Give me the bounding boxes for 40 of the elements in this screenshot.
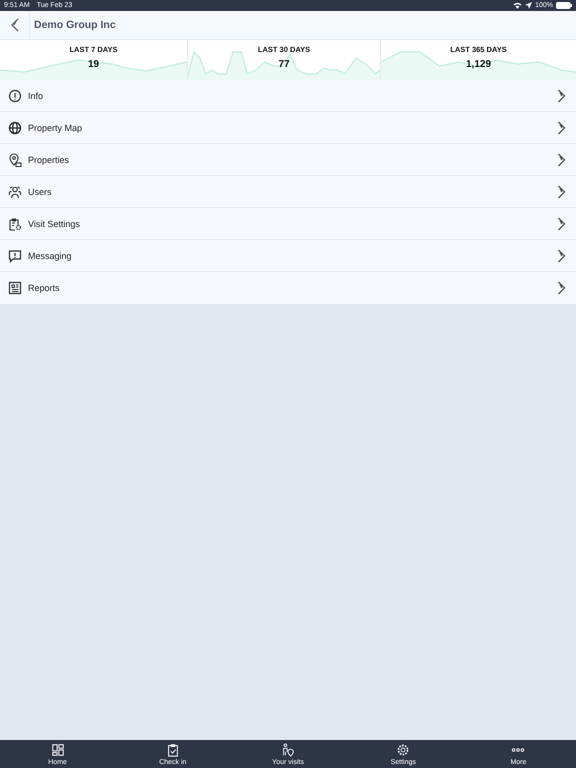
stat-value: 77 xyxy=(278,59,290,70)
menu-item[interactable]: Visit Settings xyxy=(0,208,576,240)
menu-label: Properties xyxy=(28,154,70,164)
page-title: Demo Group Inc xyxy=(34,19,116,31)
location-arrow-icon xyxy=(525,2,532,9)
chevron-right-icon xyxy=(557,248,566,262)
menu-label: Reports xyxy=(28,283,60,293)
wifi-icon xyxy=(513,2,522,9)
grid-icon xyxy=(50,743,65,757)
chevron-right-icon xyxy=(557,184,566,198)
info-icon xyxy=(8,88,22,102)
menu-label: Visit Settings xyxy=(28,218,80,228)
stat-value: 19 xyxy=(88,59,100,70)
location-pin-icon xyxy=(8,152,22,166)
menu-label: Users xyxy=(28,186,52,196)
menu-item[interactable]: Reports xyxy=(0,272,576,304)
chevron-right-icon xyxy=(557,216,566,230)
menu-label: Info xyxy=(28,90,44,100)
menu-item[interactable]: Properties xyxy=(0,144,576,176)
clipboard-check-icon xyxy=(166,743,180,757)
menu-item[interactable]: Info xyxy=(0,80,576,112)
chevron-left-icon xyxy=(10,18,20,32)
chevron-right-icon xyxy=(557,88,566,102)
battery-icon xyxy=(556,2,572,9)
clipboard-gear-icon xyxy=(8,216,22,230)
chevron-right-icon xyxy=(557,120,566,134)
menu-item[interactable]: Property Map xyxy=(0,112,576,144)
report-icon xyxy=(8,281,22,295)
settings-icon xyxy=(396,743,410,757)
stat-value: 1,129 xyxy=(466,59,492,70)
globe-icon xyxy=(8,120,22,134)
menu-label: Property Map xyxy=(28,122,82,132)
chevron-right-icon xyxy=(557,152,566,166)
person-pin-icon xyxy=(281,743,295,757)
message-alert-icon xyxy=(8,248,22,262)
users-icon xyxy=(8,184,22,198)
chevron-right-icon xyxy=(557,281,566,295)
menu-label: Messaging xyxy=(28,250,72,260)
menu-item[interactable]: Messaging xyxy=(0,240,576,272)
menu-item[interactable]: Users xyxy=(0,176,576,208)
